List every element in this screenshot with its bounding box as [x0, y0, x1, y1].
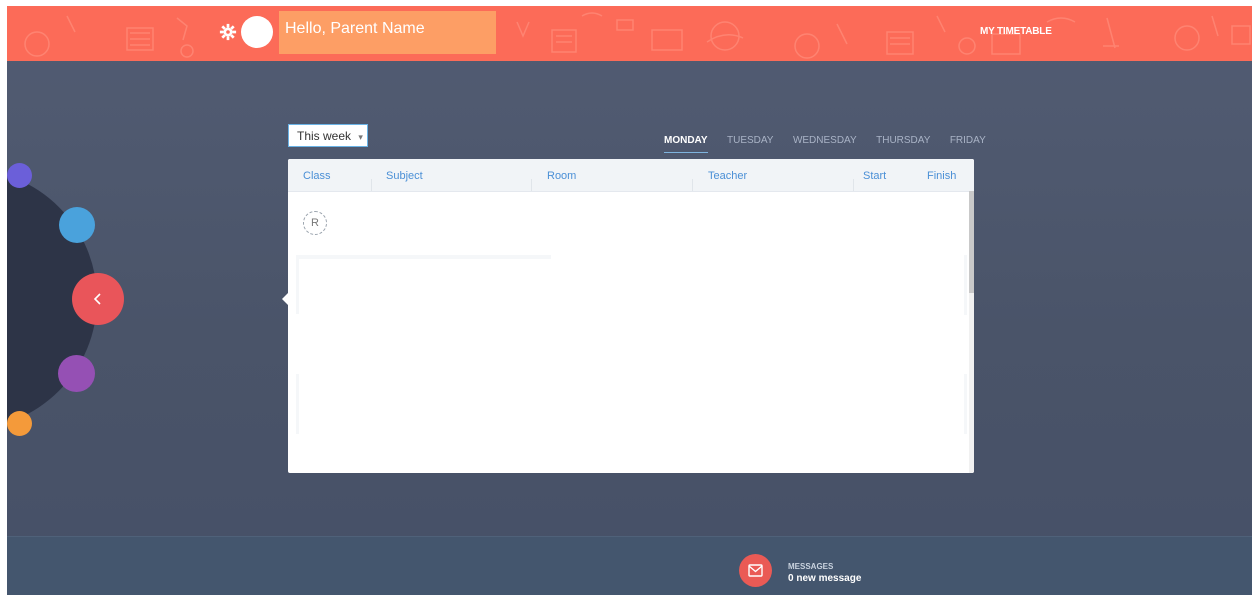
column-divider — [531, 179, 532, 191]
column-divider — [853, 179, 854, 191]
divider — [296, 255, 551, 259]
timetable-panel: Class Subject Room Teacher Start Finish … — [288, 159, 974, 473]
app-frame: Hello, Parent Name MY TIMETABLE This wee… — [7, 6, 1252, 595]
doodle-pattern — [24, 12, 1251, 59]
chevron-left-icon — [93, 293, 101, 305]
tab-monday[interactable]: MONDAY — [664, 135, 708, 153]
column-subject[interactable]: Subject — [386, 170, 423, 182]
divider — [296, 374, 299, 434]
row-badge[interactable]: R — [303, 211, 327, 235]
settings-gear-icon[interactable] — [219, 23, 237, 41]
divider — [296, 259, 299, 314]
column-room[interactable]: Room — [547, 170, 576, 182]
week-select-value: This week — [297, 129, 352, 143]
messages-label: MESSAGES — [788, 562, 834, 571]
column-teacher[interactable]: Teacher — [708, 170, 747, 182]
footer-bar: MESSAGES 0 new message — [7, 536, 1252, 595]
tab-tuesday[interactable]: TUESDAY — [727, 135, 774, 152]
column-finish[interactable]: Finish — [927, 170, 956, 182]
caret-down-icon: ▾ — [358, 132, 363, 142]
tab-thursday[interactable]: THURSDAY — [876, 135, 930, 152]
divider — [964, 374, 967, 434]
nav-my-timetable[interactable]: MY TIMETABLE — [980, 26, 1052, 37]
messages-count[interactable]: 0 new message — [788, 573, 861, 584]
divider — [964, 255, 967, 315]
week-select[interactable]: This week ▾ — [288, 124, 368, 147]
scrollbar-thumb[interactable] — [969, 191, 974, 293]
column-start[interactable]: Start — [863, 170, 886, 182]
tab-wednesday[interactable]: WEDNESDAY — [793, 135, 857, 152]
column-divider — [371, 179, 372, 191]
wheel-item-violet[interactable] — [7, 163, 32, 188]
table-header: Class Subject Room Teacher Start Finish — [288, 159, 974, 192]
user-avatar[interactable] — [241, 16, 273, 48]
column-divider — [692, 179, 693, 191]
wheel-back-button[interactable] — [72, 273, 124, 325]
wheel-item-purple[interactable] — [58, 355, 95, 392]
envelope-icon — [748, 564, 763, 577]
header-bar: Hello, Parent Name MY TIMETABLE — [7, 6, 1252, 61]
column-class[interactable]: Class — [303, 170, 331, 182]
wheel-item-blue[interactable] — [59, 207, 95, 243]
greeting-text: Hello, Parent Name — [279, 11, 496, 54]
day-tabs: MONDAY TUESDAY WEDNESDAY THURSDAY FRIDAY — [664, 130, 1001, 153]
wheel-item-orange[interactable] — [7, 411, 32, 436]
tab-friday[interactable]: FRIDAY — [950, 135, 986, 152]
messages-button[interactable] — [739, 554, 772, 587]
